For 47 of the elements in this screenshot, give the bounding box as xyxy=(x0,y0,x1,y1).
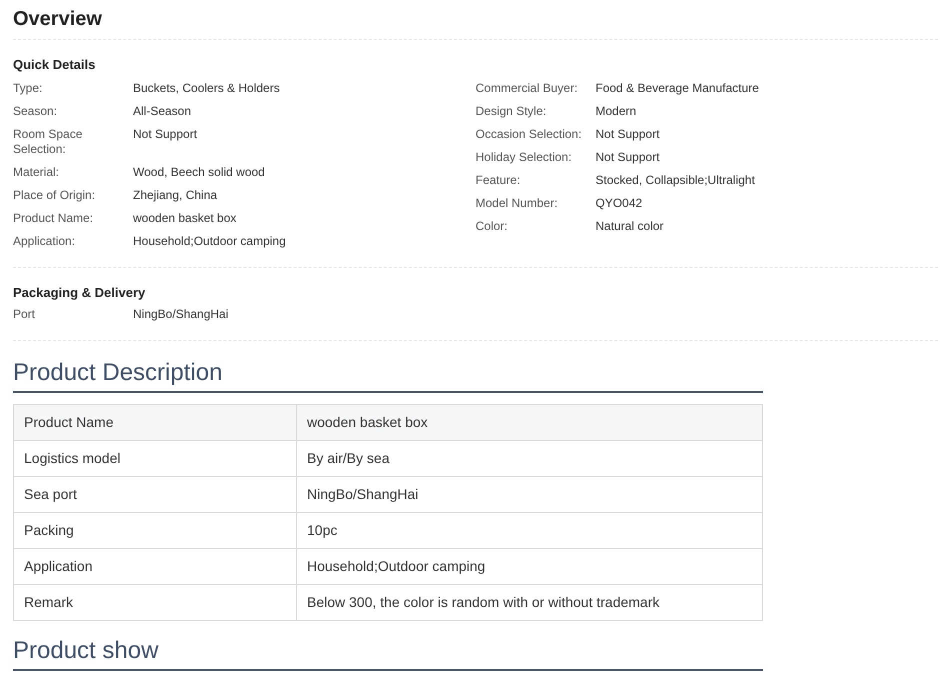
detail-value: Wood, Beech solid wood xyxy=(133,165,265,180)
detail-value: Stocked, Collapsible;Ultralight xyxy=(596,173,755,188)
table-cell: Household;Outdoor camping xyxy=(296,548,762,584)
detail-value: Food & Beverage Manufacture xyxy=(596,81,759,96)
detail-value: Modern xyxy=(596,104,636,119)
detail-label: Type: xyxy=(13,81,44,96)
table-cell: Logistics model xyxy=(14,440,296,476)
detail-value: Not Support xyxy=(133,127,198,143)
table-cell: By air/By sea xyxy=(296,440,762,476)
detail-value: Natural color xyxy=(596,219,664,234)
table-cell: Packing xyxy=(14,512,296,548)
section-heading: Packaging & Delivery xyxy=(13,284,146,302)
table-cell: wooden basket box xyxy=(296,404,762,440)
detail-label: Product Name: xyxy=(13,211,94,226)
table-cell: Application xyxy=(14,548,296,584)
detail-value: Not Support xyxy=(596,127,660,142)
detail-value: All-Season xyxy=(133,104,192,119)
detail-label: Feature: xyxy=(476,173,522,188)
detail-value: wooden basket box xyxy=(133,211,236,226)
table-cell: 10pc xyxy=(296,512,762,548)
detail-label: Model Number: xyxy=(476,196,559,211)
detail-value: Buckets, Coolers & Holders xyxy=(133,81,280,96)
section-title: Product Description xyxy=(13,357,763,393)
detail-label: Room Space Selection: xyxy=(13,127,84,157)
detail-label: Material: xyxy=(13,165,60,180)
detail-label: Place of Origin: xyxy=(13,188,96,203)
detail-label: Application: xyxy=(13,234,76,249)
detail-value: NingBo/ShangHai xyxy=(133,307,228,322)
detail-label: Color: xyxy=(476,219,509,234)
table-cell: NingBo/ShangHai xyxy=(296,476,762,512)
table-cell: Product Name xyxy=(14,404,296,440)
detail-label: Port xyxy=(13,307,36,322)
detail-value: Zhejiang, China xyxy=(133,188,218,203)
table-cell: Sea port xyxy=(14,476,296,512)
detail-label: Season: xyxy=(13,104,58,119)
detail-value: Not Support xyxy=(596,150,660,165)
table-cell: Below 300, the color is random with or without trademark xyxy=(296,584,762,620)
detail-label: Design Style: xyxy=(476,104,548,119)
detail-value: Household;Outdoor camping xyxy=(133,234,286,249)
section-heading: Quick Details xyxy=(13,56,96,74)
detail-value: QYO042 xyxy=(596,196,642,211)
detail-label: Occasion Selection: xyxy=(476,127,583,142)
section-title: Product show xyxy=(13,635,763,671)
overview-heading: Overview xyxy=(13,6,938,40)
detail-label: Holiday Selection: xyxy=(476,150,573,165)
table-cell: Remark xyxy=(14,584,296,620)
detail-label: Commercial Buyer: xyxy=(476,81,579,96)
